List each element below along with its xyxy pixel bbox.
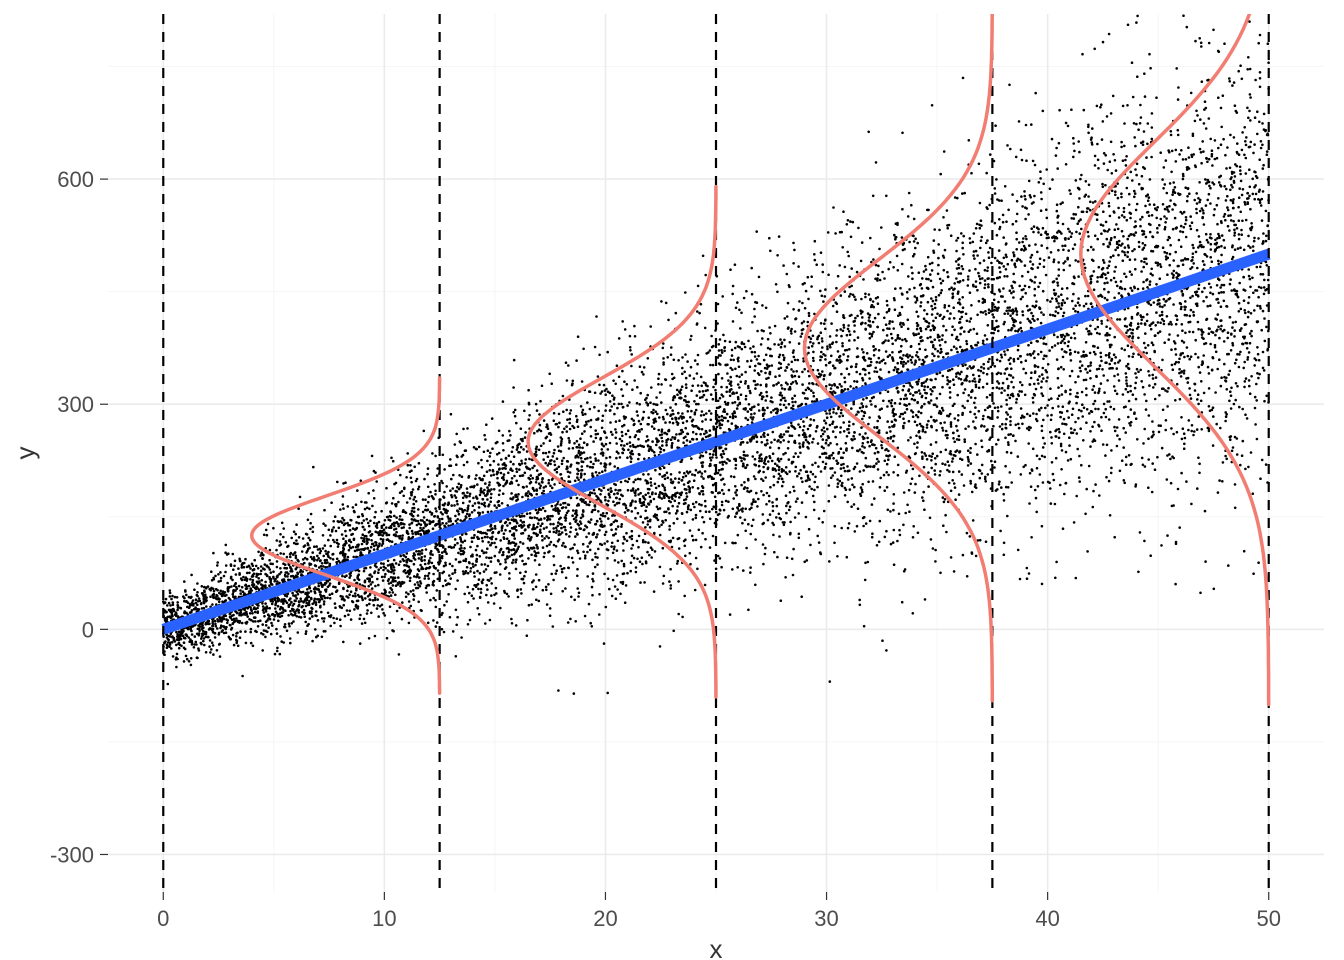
x-tick-label: 0 [157,906,169,931]
x-tick-label: 10 [372,906,396,931]
x-tick-label: 50 [1256,906,1280,931]
x-axis-title: x [710,934,723,960]
x-tick-label: 20 [593,906,617,931]
y-tick-label: 600 [57,167,94,192]
x-tick-label: 30 [814,906,838,931]
x-tick-label: 40 [1035,906,1059,931]
y-tick-label: 300 [57,392,94,417]
y-axis-title: y [10,447,40,460]
chart-container: 0 10 20 30 40 50 -300 0 300 600 x y [0,0,1344,960]
y-tick-label: -300 [50,842,94,867]
chart-svg: 0 10 20 30 40 50 -300 0 300 600 x y [0,0,1344,960]
y-tick-label: 0 [82,617,94,642]
